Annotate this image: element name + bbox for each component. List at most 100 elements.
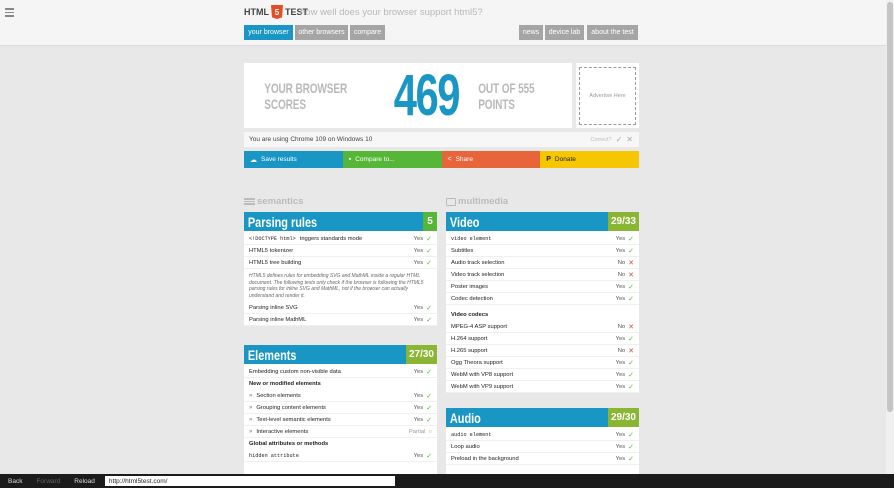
test-row[interactable]: hidden attribute Yes ✓ — [244, 450, 437, 462]
advertise-here-label: Advertise Here — [579, 67, 636, 125]
card-header[interactable]: Elements 27/30 — [244, 345, 437, 364]
test-row[interactable]: MPEG-4 ASP support No ✕ — [446, 321, 639, 333]
vertical-scrollbar[interactable] — [886, 0, 894, 474]
test-result: Yes — [615, 335, 626, 342]
test-label: Embedding custom non-visible data — [249, 368, 341, 375]
check-icon: ✓ — [628, 383, 634, 391]
test-result: Yes — [615, 359, 626, 366]
test-label: Audio track selection — [451, 259, 505, 266]
cross-icon: ✕ — [628, 323, 634, 331]
test-row[interactable]: WebM with VP8 support Yes ✓ — [446, 369, 639, 381]
card-score: 29/30 — [607, 408, 639, 427]
card-title: Audio — [449, 409, 481, 426]
test-row[interactable]: » Interactive elements Partial ○ — [244, 426, 437, 438]
test-row[interactable]: Parsing inline SVG Yes ✓ — [244, 302, 437, 314]
nav-other-browsers[interactable]: other browsers — [295, 25, 348, 40]
test-row[interactable]: » Section elements Yes ✓ — [244, 390, 437, 402]
test-result: Yes — [615, 295, 626, 302]
card-score: 27/30 — [405, 345, 437, 364]
test-label: Subtitles — [451, 247, 474, 254]
card-title: Parsing rules — [247, 213, 318, 230]
test-row[interactable]: Preload in the background Yes ✓ — [446, 453, 639, 465]
paypal-icon: P — [546, 156, 551, 163]
test-label: MPEG-4 ASP support — [451, 323, 507, 330]
compare-to-button[interactable]: ▪ Compare to... — [342, 151, 442, 168]
test-row[interactable]: HTML5 tree building Yes ✓ — [244, 257, 437, 269]
test-result: No — [617, 271, 626, 278]
check-icon: ✓ — [426, 304, 432, 312]
card-header[interactable]: Audio 29/30 — [446, 408, 639, 427]
expand-icon: » — [249, 392, 253, 399]
card-video: Video 29/33 video element Yes ✓ Subtitles… — [446, 212, 639, 393]
test-row[interactable]: Loop audio Yes ✓ — [446, 441, 639, 453]
nav-compare[interactable]: compare — [350, 25, 385, 40]
test-result: Yes — [615, 383, 626, 390]
scrollbar-thumb[interactable] — [887, 2, 893, 412]
test-row[interactable]: » Text-level semantic elements Yes ✓ — [244, 414, 437, 426]
nav-news[interactable]: news — [519, 25, 543, 40]
test-result: Yes — [413, 404, 424, 411]
test-row[interactable]: audio element Yes ✓ — [446, 429, 639, 441]
card-header[interactable]: Video 29/33 — [446, 212, 639, 231]
check-icon: ✓ — [628, 443, 634, 451]
back-button[interactable]: Back — [2, 476, 28, 486]
test-label: Loop audio — [451, 443, 480, 450]
address-bar[interactable]: http://html5test.com/ — [104, 476, 395, 486]
expand-icon: » — [249, 416, 253, 423]
test-label: Preload in the background — [451, 455, 519, 462]
test-label: H.265 support — [451, 347, 488, 354]
check-icon: ✓ — [628, 283, 634, 291]
group-heading: Video codecs — [451, 312, 489, 318]
test-result: Yes — [615, 283, 626, 290]
save-results-button[interactable]: ☁ Save results — [244, 151, 343, 168]
confirm-check-icon[interactable]: ✓ — [616, 135, 623, 144]
test-row[interactable]: Ogg Theora support Yes ✓ — [446, 357, 639, 369]
card-header[interactable]: Parsing rules 5 — [244, 212, 437, 231]
test-row[interactable]: Poster images Yes ✓ — [446, 281, 639, 293]
menu-icon[interactable] — [5, 8, 14, 17]
nav-about[interactable]: about the test — [587, 25, 638, 40]
test-result: Yes — [413, 259, 424, 266]
test-row[interactable]: Embedding custom non-visible data Yes ✓ — [244, 366, 437, 378]
test-row[interactable]: » Grouping content elements Yes ✓ — [244, 402, 437, 414]
test-label-code: <!DOCTYPE html> — [249, 235, 296, 242]
test-row[interactable]: Subtitles Yes ✓ — [446, 245, 639, 257]
test-row[interactable]: Audio track selection No ✕ — [446, 257, 639, 269]
test-row[interactable]: HTML5 tokenizer Yes ✓ — [244, 245, 437, 257]
donate-button[interactable]: P Donate — [540, 151, 639, 168]
test-label: triggers standards mode — [299, 235, 363, 242]
test-result: Yes — [615, 235, 626, 242]
test-row[interactable]: video element Yes ✓ — [446, 233, 639, 245]
test-label: video element — [451, 235, 492, 242]
nav-device-lab[interactable]: device lab — [545, 25, 584, 40]
card-title: Video — [449, 213, 480, 230]
advertisement[interactable]: Advertise Here — [576, 63, 639, 128]
forward-button[interactable]: Forward — [30, 476, 66, 486]
test-result: Partial — [408, 428, 426, 435]
cloud-upload-icon: ☁ — [250, 156, 257, 164]
test-row[interactable]: <!DOCTYPE html> triggers standards mode Y… — [244, 233, 437, 245]
reject-x-icon[interactable]: ✕ — [626, 135, 633, 144]
test-label: Video track selection — [451, 271, 505, 278]
expand-icon: » — [249, 404, 253, 411]
test-row[interactable]: Video track selection No ✕ — [446, 269, 639, 281]
test-label: audio element — [451, 431, 492, 438]
test-label: WebM with VP8 support — [451, 371, 514, 378]
site-logo[interactable]: HTML 5 TEST — [244, 5, 308, 19]
html5-shield-icon: 5 — [271, 5, 283, 19]
nav-your-browser[interactable]: your browser — [244, 25, 293, 40]
test-row[interactable]: Parsing inline MathML Yes ✓ — [244, 314, 437, 326]
test-row[interactable]: H.264 support Yes ✓ — [446, 333, 639, 345]
cross-icon: ✕ — [628, 347, 634, 355]
reload-button[interactable]: Reload — [68, 476, 101, 486]
test-result: Yes — [413, 304, 424, 311]
check-icon: ✓ — [628, 431, 634, 439]
group-heading: Global attributes or methods — [249, 441, 329, 447]
test-row[interactable]: H.265 support No ✕ — [446, 345, 639, 357]
test-row[interactable]: Codec detection Yes ✓ — [446, 293, 639, 305]
test-result: No — [617, 347, 626, 354]
test-row[interactable]: WebM with VP9 support Yes ✓ — [446, 381, 639, 393]
test-label: Interactive elements — [256, 428, 309, 435]
site-header: HTML 5 TEST how well does your browser s… — [0, 0, 886, 46]
share-button[interactable]: < Share — [441, 151, 541, 168]
